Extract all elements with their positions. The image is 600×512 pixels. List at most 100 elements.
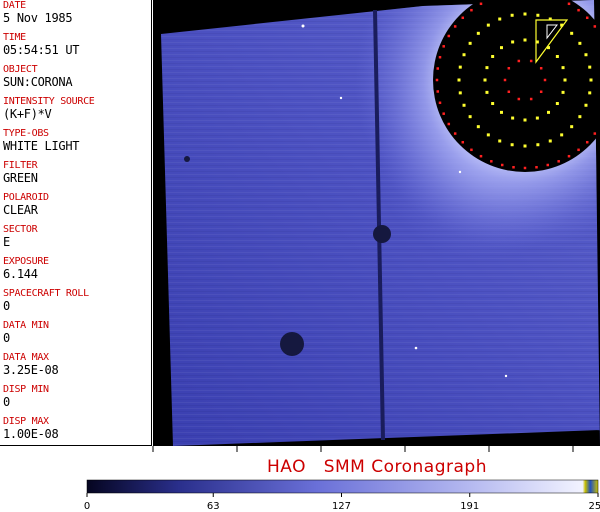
grid-dot [483,78,487,82]
grid-dot [536,143,540,147]
grid-dot [447,34,451,38]
colorbar-tick-label: 63 [206,501,220,512]
colorbar-tick-label: 127 [331,501,352,512]
grid-dot [458,65,462,69]
grid-dot [511,116,515,120]
grid-dot [486,23,490,27]
grid-dot [593,132,597,135]
dust-spot [280,332,304,356]
grid-dot [584,53,588,57]
grid-dot [462,53,466,57]
metadata-label: DISP MIN [3,384,49,395]
star-point [504,374,508,378]
grid-dot [461,140,465,144]
grid-dot [570,31,574,35]
grid-dot [436,67,440,70]
metadata-value: 5 Nov 1985 [3,11,73,25]
metadata-value: E [3,235,10,249]
colorbar [86,479,599,494]
bottom-panel: HAO SMM Coronagraph 0 63 127 191 255 [0,446,600,512]
metadata-value: GREEN [3,171,38,185]
metadata-field: POLAROID CLEAR [0,192,151,224]
grid-dot [529,59,533,63]
grid-dot [593,25,597,28]
metadata-label: DATA MIN [3,320,49,331]
metadata-label: SECTOR [3,224,38,235]
grid-dot [523,166,527,170]
grid-dot [470,8,473,12]
metadata-label: FILTER [3,160,38,171]
grid-dot [453,25,457,28]
grid-dot [560,133,564,137]
star-point [414,346,418,350]
grid-dot [588,65,592,69]
grid-dot [458,91,462,95]
metadata-field: DATE 5 Nov 1985 [0,0,151,32]
grid-dot [503,78,507,82]
grid-dot [442,112,445,115]
metadata-field: FILTER GREEN [0,160,151,192]
grid-dot [438,55,442,59]
colorbar-tick-label: 255 [588,501,600,512]
metadata-label: DATA MAX [3,352,49,363]
grid-dot [539,66,543,70]
grid-dot [577,148,580,152]
grid-dot [507,90,511,94]
grid-dot [442,45,445,48]
grid-dot [535,165,538,169]
metadata-label: INTENSITY SOURCE [3,96,95,107]
grid-dot [462,103,466,107]
grid-dot [585,140,589,144]
grid-dot [561,90,565,94]
grid-dot [555,102,559,106]
grid-dot [436,90,440,93]
metadata-value: WHITE LIGHT [3,139,80,153]
grid-dot [567,154,571,158]
metadata-field: SECTOR E [0,224,151,256]
metadata-value: 6.144 [3,267,38,281]
metadata-value: SUN:CORONA [3,75,73,89]
grid-dot [479,154,483,158]
grid-dot [491,102,495,106]
grid-dot [547,110,551,114]
grid-dot [435,78,439,82]
metadata-value: 1.00E-08 [3,427,59,441]
grid-dot [585,16,589,20]
grid-dot [555,54,559,58]
occulter-spot [373,225,391,243]
metadata-label: OBJECT [3,64,38,75]
grid-dot [479,2,483,6]
grid-dot [588,91,592,95]
image-axis-ticks [152,446,574,452]
metadata-value: 05:54:51 UT [3,43,80,57]
metadata-label: SPACECRAFT ROLL [3,288,89,299]
metadata-value: (K+F)*V [3,107,52,121]
instrument-title: HAO SMM Coronagraph [267,457,487,477]
metadata-field: DISP MIN 0 [0,384,151,416]
grid-dot [476,31,480,35]
grid-dot [510,13,514,17]
metadata-field: TIME 05:54:51 UT [0,32,151,64]
grid-dot [577,8,580,12]
metadata-field: OBJECT SUN:CORONA [0,64,151,96]
grid-dot [578,115,582,119]
metadata-label: DATE [3,0,26,11]
grid-dot [500,163,504,167]
metadata-field: DISP MAX 1.00E-08 [0,416,151,448]
grid-dot [567,2,571,6]
metadata-value: 3.25E-08 [3,363,59,377]
grid-dot [499,46,503,50]
grid-dot [498,139,502,143]
grid-dot [499,110,503,114]
metadata-label: TIME [3,32,26,43]
dust-spot-small [184,156,190,162]
grid-dot [470,148,473,152]
grid-dot [438,101,442,105]
grid-dot [584,103,588,107]
metadata-field: INTENSITY SOURCE (K+F)*V [0,96,151,128]
grid-dot [523,12,527,16]
grid-dot [485,66,489,70]
grid-dot [543,78,547,82]
metadata-field: SPACECRAFT ROLL 0 [0,288,151,320]
grid-dot [512,165,515,169]
